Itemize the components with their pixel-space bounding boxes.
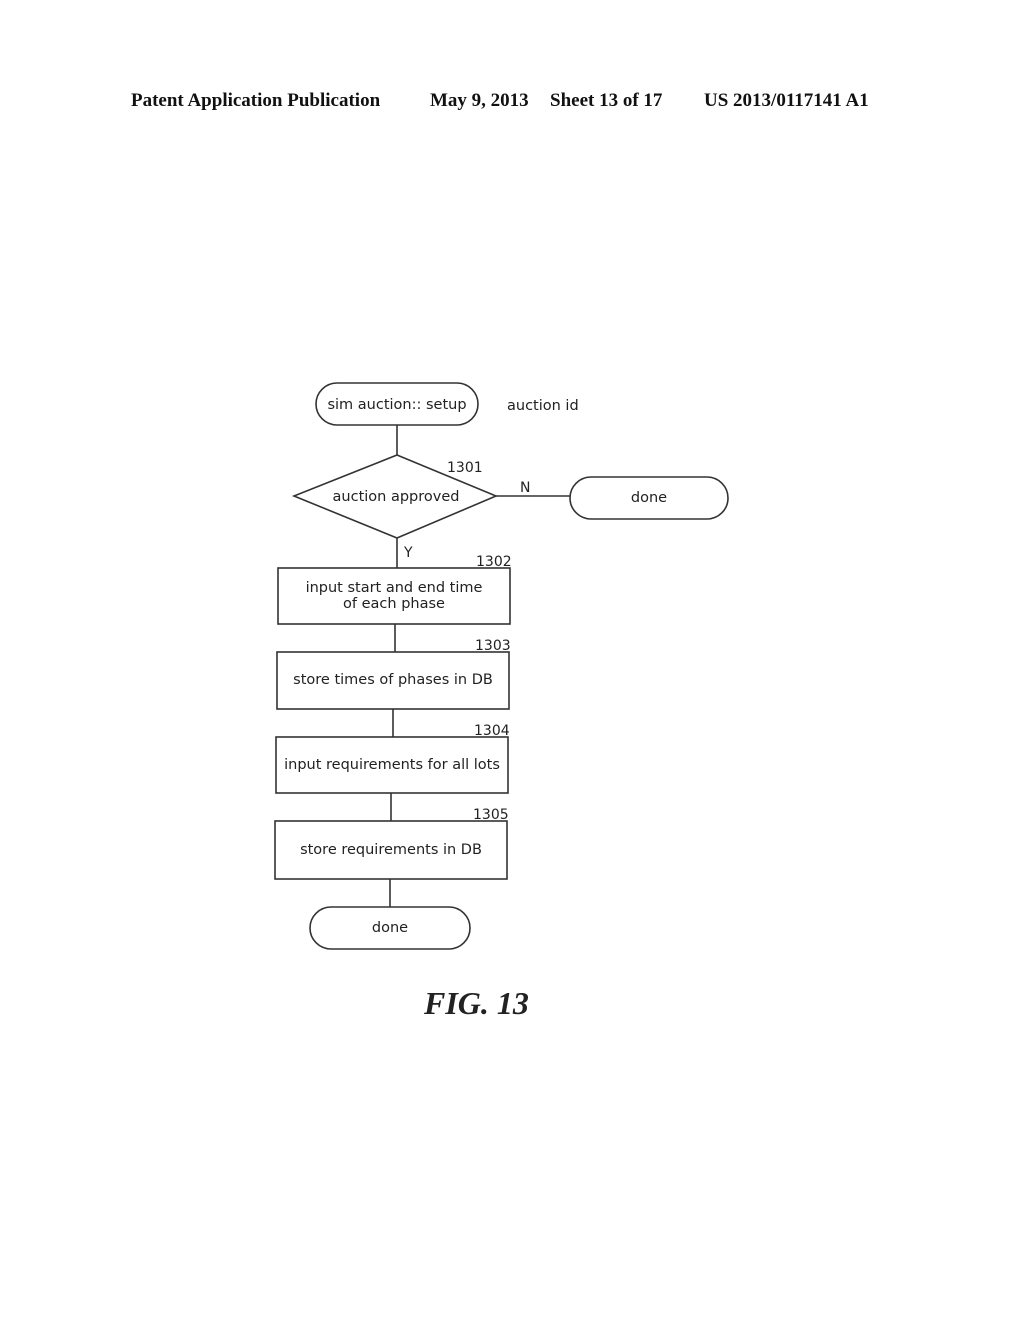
decision-no-label: N <box>520 480 530 496</box>
start-annotation: auction id <box>507 398 579 414</box>
decision-yes-label: Y <box>403 545 413 561</box>
step-1303-line-1: store times of phases in DB <box>293 672 493 688</box>
figure-label: FIG. 13 <box>424 985 529 1021</box>
step-1304-ref: 1304 <box>474 723 510 739</box>
start-label: sim auction:: setup <box>327 397 466 413</box>
step-1302-line-1: input start and end time <box>306 580 483 596</box>
decision-label: auction approved <box>333 489 460 505</box>
step-1302-line-2: of each phase <box>343 596 445 612</box>
step-1302-ref: 1302 <box>476 554 512 570</box>
step-1305-line-1: store requirements in DB <box>300 842 482 858</box>
flowchart: sim auction:: setup auction id auction a… <box>274 382 729 950</box>
step-1304-line-1: input requirements for all lots <box>284 757 500 773</box>
step-1305-ref: 1305 <box>473 807 509 823</box>
done-label-no: done <box>631 490 667 506</box>
decision-ref: 1301 <box>447 460 483 476</box>
step-1303-ref: 1303 <box>475 638 511 654</box>
end-label: done <box>372 920 408 936</box>
